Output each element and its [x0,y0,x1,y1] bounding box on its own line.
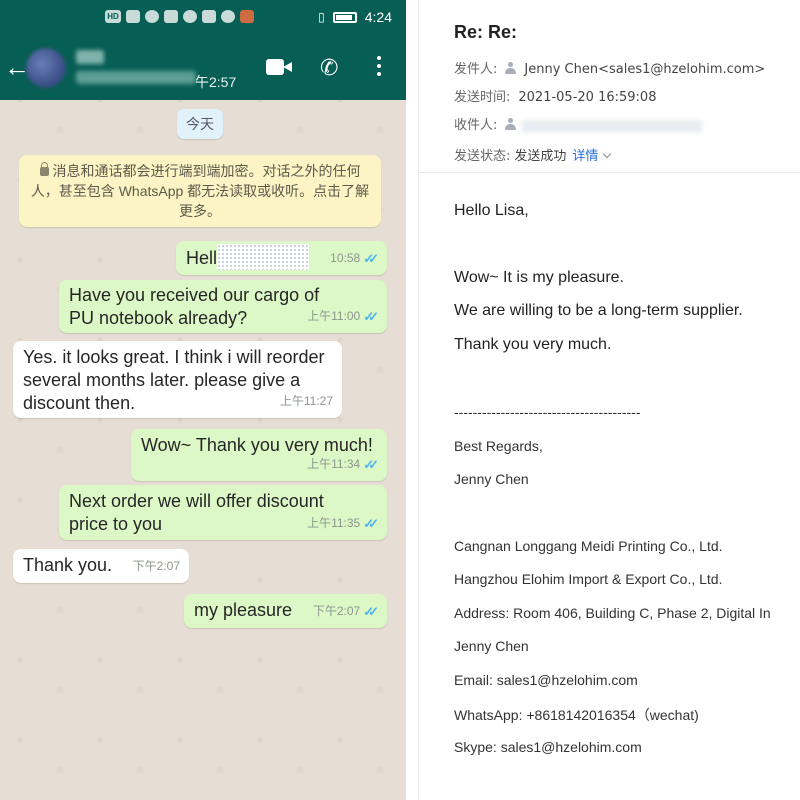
message-time: 下午2:07 [312,604,361,618]
message-text: Thank you. [23,555,113,575]
read-receipt-icon: ✓✓ [363,516,379,531]
status-time: 4:24 [364,9,392,25]
encryption-notice-text: 消息和通话都会进行端到端加密。对话之外的任何人，甚至包含 WhatsApp 都无… [30,163,370,219]
phone-call-icon[interactable]: ✆ [320,56,338,80]
contact-name-redacted[interactable] [76,50,104,64]
message-bubble[interactable]: Yes. it looks great. I think i will reor… [13,341,342,418]
encryption-notice[interactable]: 消息和通话都会进行端到端加密。对话之外的任何人，甚至包含 WhatsApp 都无… [19,155,381,227]
person-icon [505,62,517,74]
hd-icon: HD [105,10,121,23]
signature-whatsapp: WhatsApp: +8618142016354（wechat) [454,707,699,723]
message-bubble[interactable]: Wow~ Thank you very much! 上午11:34 ✓✓ [131,429,387,481]
message-bubble[interactable]: Thank you. 下午2:07 [13,549,189,583]
to-label: 收件人: [454,118,498,133]
redacted-text [217,244,310,270]
details-link[interactable]: 详情 [572,149,598,164]
email-subject: Re: Re: [454,22,518,42]
read-receipt-icon: ✓✓ [363,604,379,619]
read-receipt-icon: ✓✓ [363,251,379,266]
message-text: Wow~ Thank you very much! [141,435,373,455]
header-divider [419,172,800,173]
app-icon [202,10,216,23]
body-greeting: Hello Lisa, [454,202,529,219]
from-value[interactable]: Jenny Chen<sales1@hzelohim.com> [524,62,765,77]
signature-name: Jenny Chen [454,638,529,654]
message-bubble[interactable]: my pleasure 下午2:07 ✓✓ [184,594,387,628]
signature-company: Cangnan Longgang Meidi Printing Co., Ltd… [454,538,723,554]
message-text: Have you received our cargo of PU notebo… [69,285,320,328]
recipient-redacted[interactable] [522,119,703,132]
sent-time-row: 发送时间: 2021-05-20 16:59:08 [454,86,656,105]
message-time: 上午11:27 [279,394,333,408]
signature-divider: ---------------------------------------- [454,404,641,420]
sent-time-value: 2021-05-20 16:59:08 [518,90,657,105]
status-icons: HD [105,10,254,23]
signature-regards: Best Regards, [454,438,543,454]
message-bubble[interactable]: Have you received our cargo of PU notebo… [59,280,387,333]
message-time: 10:58 [330,251,361,265]
message-text: my pleasure [194,600,293,620]
message-bubble[interactable]: Next order we will offer discount price … [59,485,387,540]
shield-icon [164,10,178,23]
notification-icon [240,10,254,23]
to-row: 收件人: [454,114,703,133]
status-bar: HD ▯ 4:24 [0,0,406,36]
signature-company: Hangzhou Elohim Import & Export Co., Ltd… [454,571,723,587]
email-view: Re: Re: 发件人: Jenny Chen<sales1@hzelohim.c… [418,0,800,800]
message-icon [183,10,197,23]
message-time: 上午11:00 [307,309,361,323]
date-divider: 今天 [177,109,223,139]
send-status-value: 发送成功 [514,149,567,164]
chat-header: ← 午2:57 ✆ [0,36,406,100]
sent-time-label: 发送时间: [454,90,511,105]
message-time: 上午11:35 [307,516,361,530]
message-time: 下午2:07 [132,559,180,573]
whatsapp-chat-screen: HD ▯ 4:24 ← 午2:57 ✆ 今天 消息和通话都会进行端到端加密。对话… [0,0,406,800]
send-status-row: 发送状态: 发送成功 详情 [454,145,612,164]
read-receipt-icon: ✓✓ [363,457,379,472]
contact-status-redacted [76,71,196,84]
chevron-down-icon[interactable] [603,149,612,159]
signal-icon [126,10,140,23]
video-call-icon[interactable] [266,59,292,77]
message-bubble[interactable]: Hell 10:58 ✓✓ [176,241,387,275]
from-row: 发件人: Jenny Chen<sales1@hzelohim.com> [454,58,765,77]
more-options-icon[interactable] [374,56,384,80]
person-icon [505,118,517,130]
lock-icon [39,162,49,176]
avatar[interactable] [26,48,66,88]
signature-address: Address: Room 406, Building C, Phase 2, … [454,605,771,621]
body-line: We are willing to be a long-term supplie… [454,302,743,319]
message-time: 上午11:34 [307,457,361,471]
read-receipt-icon: ✓✓ [363,309,379,324]
wifi-icon [145,10,159,23]
from-label: 发件人: [454,62,498,77]
body-line: Wow~ It is my pleasure. [454,269,624,286]
battery-icon [332,11,357,23]
signature-email[interactable]: Email: sales1@hzelohim.com [454,672,638,688]
send-status-label: 发送状态: [454,149,511,164]
vibrate-icon: ▯ [318,10,325,24]
signature-skype: Skype: sales1@hzelohim.com [454,739,642,755]
last-seen-time: 午2:57 [195,74,237,90]
message-text: Hell [186,247,218,268]
signature-name: Jenny Chen [454,471,529,487]
body-line: Thank you very much. [454,336,612,353]
cloud-icon [221,10,235,23]
